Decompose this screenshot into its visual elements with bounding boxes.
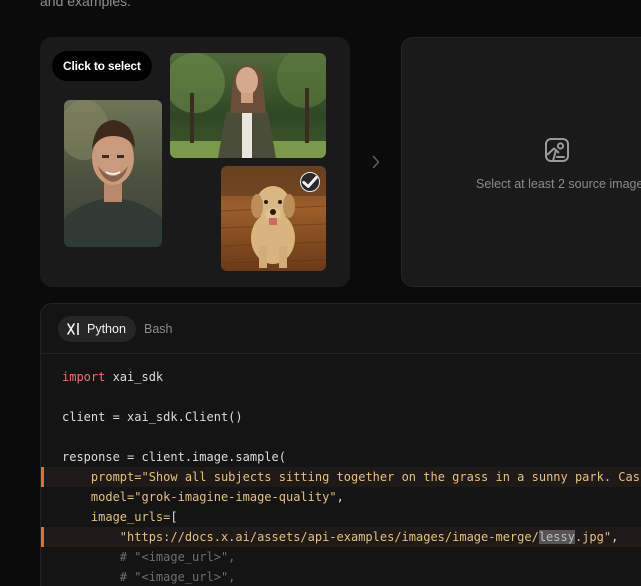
- image-merge-demo: and examples. Click to select Select at …: [0, 0, 641, 586]
- source-image-dog[interactable]: [221, 166, 326, 271]
- tab-python-label: Python: [87, 322, 126, 336]
- source-image-man[interactable]: [64, 100, 162, 247]
- tab-bash[interactable]: Bash: [144, 316, 173, 342]
- tab-python[interactable]: Python: [58, 316, 136, 342]
- source-image-woman[interactable]: [170, 53, 326, 158]
- code-line-2: client = xai_sdk.Client(): [62, 410, 243, 424]
- woman-in-park-image: [170, 53, 326, 158]
- xai-logo-icon: [67, 323, 80, 335]
- click-to-select-badge[interactable]: Click to select: [52, 51, 152, 81]
- code-block[interactable]: import xai_sdk client = xai_sdk.Client()…: [41, 354, 641, 586]
- code-line-model: model="grok-imagine-image-quality",: [90, 490, 344, 504]
- image-merge-icon: [543, 136, 571, 164]
- selected-check-icon: [300, 172, 320, 192]
- select-images-hint: Select at least 2 source images: [476, 177, 641, 191]
- code-line-comment-1: # "<image_url>",: [119, 550, 236, 564]
- chevron-right-icon: [369, 152, 383, 172]
- code-line-1: import xai_sdk: [62, 370, 164, 384]
- code-line-3: response = client.image.sample(: [62, 450, 286, 464]
- language-tabs: Python Bash: [41, 304, 641, 354]
- man-portrait-image: [64, 100, 162, 247]
- selected-text: lessy: [538, 530, 575, 544]
- intro-text: and examples.: [40, 0, 132, 9]
- merge-result-placeholder: Select at least 2 source images: [401, 37, 641, 287]
- code-line-image-urls: image_urls=[: [90, 510, 178, 524]
- code-sample-panel: Python Bash import xai_sdk client = xai_…: [40, 303, 641, 586]
- code-line-comment-2: # "<image_url>",: [119, 570, 236, 584]
- code-line-prompt: prompt="Show all subjects sitting togeth…: [41, 467, 641, 487]
- code-line-url: "https://docs.x.ai/assets/api-examples/i…: [41, 527, 641, 547]
- source-image-picker[interactable]: Click to select: [40, 37, 350, 287]
- tab-bash-label: Bash: [144, 322, 173, 336]
